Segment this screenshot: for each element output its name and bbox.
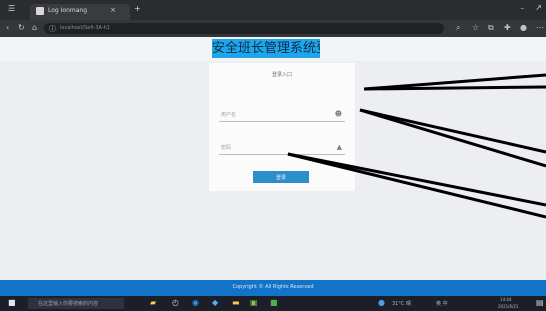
login-page: 安全班长管理系统登录 登录入口 用户名 ☻ 密码 ▲ 登录	[0, 37, 546, 280]
taskbar-search[interactable]: 在这里输入你要搜索的内容	[28, 298, 124, 309]
browser-address-bar: ‹ ↻ ⌂ ⓘ localhost/Sefi-3A-h1 ⌕ ☆ ⧉ ✚ ● ⋯	[0, 20, 546, 37]
username-placeholder: 用户名	[221, 112, 237, 118]
url-field[interactable]: ⓘ localhost/Sefi-3A-h1	[44, 23, 444, 34]
edge-icon[interactable]: ◉	[192, 298, 199, 307]
window-menu-icon[interactable]: ☰	[8, 4, 15, 13]
app-icon-blue[interactable]: ◆	[212, 298, 218, 307]
task-view-icon[interactable]: ◴	[172, 298, 179, 307]
app-icon-green[interactable]: ▣	[250, 298, 258, 307]
login-card: 登录入口 用户名 ☻ 密码 ▲ 登录	[209, 63, 355, 191]
folder-icon[interactable]: ▬	[232, 298, 240, 307]
login-card-title: 登录入口	[271, 72, 292, 78]
heading-bar: 安全班长管理系统登录	[0, 37, 546, 61]
taskbar-search-placeholder: 在这里输入你要搜索的内容	[38, 301, 99, 307]
minimize-icon[interactable]: –	[521, 4, 525, 12]
login-button[interactable]: 登录	[253, 171, 309, 183]
clock-time[interactable]: 14:04	[500, 297, 512, 302]
new-tab-icon[interactable]: +	[134, 4, 141, 13]
user-icon: ☻	[334, 110, 342, 118]
page-footer: Copyright © All Rights Reserved	[0, 280, 546, 296]
app-icon-green-2[interactable]: ■	[270, 298, 278, 307]
tab-title: Log Ionmang	[48, 7, 87, 14]
more-icon[interactable]: ⋯	[536, 23, 544, 32]
browser-tab-bar: ☰ Log Ionmang × + – ↗	[0, 0, 546, 20]
username-field[interactable]: 用户名 ☻	[219, 109, 345, 122]
start-icon[interactable]: ■	[8, 298, 16, 307]
screenshot: ☰ Log Ionmang × + – ↗ ‹ ↻ ⌂ ⓘ localhost/…	[0, 0, 546, 311]
notification-icon[interactable]: ▤	[536, 298, 544, 307]
url-text: localhost/Sefi-3A-h1	[60, 25, 110, 31]
tray-weather[interactable]: 31°C 晴	[392, 300, 411, 307]
windows-taskbar: ■ 在这里输入你要搜索的内容 ▰ ◴ ◉ ◆ ▬ ▣ ■ ● 31°C 晴 英 …	[0, 296, 546, 311]
favorite-icon[interactable]: ☆	[472, 23, 479, 32]
collections-icon[interactable]: ⧉	[488, 23, 494, 33]
password-placeholder: 密码	[221, 145, 232, 151]
reload-icon[interactable]: ↻	[18, 23, 25, 32]
window-corner-icon[interactable]: ↗	[535, 3, 542, 12]
info-icon[interactable]: ⓘ	[49, 24, 56, 34]
zoom-icon[interactable]: ⌕	[456, 23, 460, 33]
footer-text: Copyright © All Rights Reserved	[232, 284, 314, 290]
favicon-icon	[36, 7, 44, 15]
home-icon[interactable]: ⌂	[32, 23, 37, 32]
clock-date[interactable]: 2021/6/21	[498, 304, 519, 309]
browser-tab[interactable]: Log Ionmang ×	[30, 4, 130, 20]
lock-icon: ▲	[336, 143, 342, 151]
password-field[interactable]: 密码 ▲	[219, 142, 345, 155]
file-explorer-icon[interactable]: ▰	[150, 298, 156, 307]
back-icon[interactable]: ‹	[6, 23, 9, 32]
page-title: 安全班长管理系统登录	[212, 39, 320, 58]
tab-close-icon[interactable]: ×	[110, 6, 116, 14]
extensions-icon[interactable]: ✚	[504, 23, 511, 32]
tray-input-language[interactable]: 英 中	[436, 300, 448, 307]
weather-icon[interactable]: ●	[378, 298, 385, 307]
profile-icon[interactable]: ●	[520, 23, 527, 32]
